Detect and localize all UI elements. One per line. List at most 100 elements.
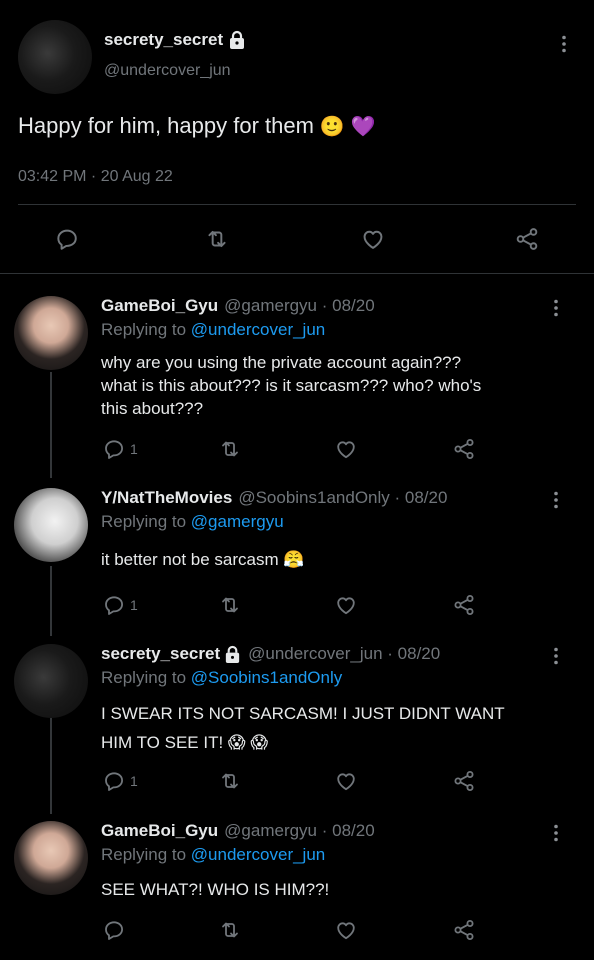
reply-text-line: HIM TO SEE IT! 😱 😱 [101, 733, 269, 752]
share-button[interactable] [452, 593, 476, 617]
more-vertical-icon[interactable] [554, 34, 574, 54]
heart-icon [334, 769, 358, 793]
replying-to-label: Replying to [101, 320, 187, 339]
reply-text-line: I SWEAR ITS NOT SARCASM! I JUST DIDNT WA… [101, 704, 505, 723]
heart-icon [334, 437, 358, 461]
share-icon [452, 437, 476, 461]
reply-text-line: what is this about??? is it sarcasm??? w… [101, 376, 482, 395]
reply-count: 1 [130, 773, 138, 789]
reply-button[interactable]: 1 [102, 593, 138, 617]
tweet-timestamp[interactable]: 03:42 PM · 20 Aug 22 [18, 168, 173, 186]
reply-header: Y/NatTheMovies @Soobins1andOnly · 08/20 [101, 488, 447, 508]
share-button[interactable] [514, 226, 540, 252]
share-button[interactable] [452, 769, 476, 793]
replying-to: Replying to @gamergyu [101, 512, 284, 532]
retweet-button[interactable] [218, 437, 242, 461]
mention-link[interactable]: @Soobins1andOnly [191, 668, 342, 687]
more-vertical-icon[interactable] [546, 823, 566, 843]
mention-link[interactable]: @undercover_jun [191, 845, 325, 864]
mention-link[interactable]: @undercover_jun [191, 320, 325, 339]
like-button[interactable] [334, 437, 358, 461]
retweet-icon [218, 437, 242, 461]
handle-and-date: @Soobins1andOnly · 08/20 [238, 488, 448, 507]
reply-icon [102, 769, 126, 793]
retweet-icon [218, 769, 242, 793]
user-handle[interactable]: @undercover_jun [104, 62, 231, 80]
reply-tweet[interactable]: GameBoi_Gyu @gamergyu · 08/20 Replying t… [0, 821, 594, 951]
reply-tweet[interactable]: secrety_secret @undercover_jun · 08/20 R… [0, 644, 594, 804]
tweet-actions [0, 222, 594, 258]
avatar[interactable] [14, 821, 88, 895]
tweet-text-body: Happy for him, happy for them [18, 113, 314, 138]
like-button[interactable] [334, 593, 358, 617]
lock-icon [227, 30, 247, 50]
retweet-button[interactable] [218, 769, 242, 793]
replying-to: Replying to @undercover_jun [101, 845, 325, 865]
display-name[interactable]: secrety_secret [104, 30, 247, 50]
reply-button[interactable]: 1 [102, 769, 138, 793]
share-icon [514, 226, 540, 252]
retweet-button[interactable] [204, 226, 230, 252]
display-name-text: secrety_secret [101, 644, 221, 663]
reply-header: secrety_secret @undercover_jun · 08/20 [101, 644, 440, 664]
tweet-actions: 1 [0, 437, 594, 463]
handle-and-date: @undercover_jun · 08/20 [248, 644, 441, 663]
more-vertical-icon[interactable] [546, 298, 566, 318]
replying-to-label: Replying to [101, 845, 187, 864]
display-name-text: secrety_secret [104, 30, 224, 49]
lock-icon [223, 645, 242, 664]
reply-button[interactable]: 1 [102, 437, 138, 461]
tweet-actions: 1 [0, 769, 594, 795]
smile-emoji: 🙂 [319, 114, 345, 138]
mention-link[interactable]: @gamergyu [191, 512, 284, 531]
tweet-actions [0, 918, 594, 944]
reply-icon [102, 918, 126, 942]
retweet-icon [204, 226, 230, 252]
reply-text-line: SEE WHAT?! WHO IS HIM??! [101, 880, 330, 899]
reply-text: SEE WHAT?! WHO IS HIM??! [101, 878, 561, 901]
tweet-text: Happy for him, happy for them 🙂 💜 [18, 113, 376, 139]
heart-icon [334, 918, 358, 942]
reply-count: 1 [130, 441, 138, 457]
retweet-icon [218, 593, 242, 617]
display-name[interactable]: secrety_secret [101, 644, 242, 664]
avatar[interactable] [18, 20, 92, 94]
more-vertical-icon[interactable] [546, 646, 566, 666]
reply-text-line: this about??? [101, 399, 204, 418]
like-button[interactable] [334, 918, 358, 942]
replying-to: Replying to @Soobins1andOnly [101, 668, 342, 688]
heart-icon [334, 593, 358, 617]
like-button[interactable] [334, 769, 358, 793]
display-name[interactable]: GameBoi_Gyu [101, 296, 218, 316]
reply-count: 1 [130, 597, 138, 613]
heart-icon [360, 226, 386, 252]
reply-button[interactable] [102, 918, 126, 942]
share-button[interactable] [452, 437, 476, 461]
more-vertical-icon[interactable] [546, 490, 566, 510]
retweet-button[interactable] [218, 918, 242, 942]
share-button[interactable] [452, 918, 476, 942]
reply-text-line: why are you using the private account ag… [101, 353, 462, 372]
display-name[interactable]: Y/NatTheMovies [101, 488, 232, 508]
purple-heart-emoji: 💜 [350, 114, 376, 138]
divider [18, 204, 576, 205]
main-tweet: secrety_secret @undercover_jun Happy for… [0, 0, 594, 274]
replying-to-label: Replying to [101, 512, 187, 531]
avatar[interactable] [14, 488, 88, 562]
display-name[interactable]: GameBoi_Gyu [101, 821, 218, 841]
reply-text: it better not be sarcasm 😤 [101, 548, 561, 571]
avatar[interactable] [14, 644, 88, 718]
reply-text: I SWEAR ITS NOT SARCASM! I JUST DIDNT WA… [101, 699, 561, 757]
replying-to-label: Replying to [101, 668, 187, 687]
avatar[interactable] [14, 296, 88, 370]
retweet-button[interactable] [218, 593, 242, 617]
handle-and-date: @gamergyu · 08/20 [224, 296, 375, 315]
like-button[interactable] [360, 226, 386, 252]
tweet-actions: 1 [0, 593, 594, 619]
reply-button[interactable] [54, 226, 80, 252]
reply-tweet[interactable]: GameBoi_Gyu @gamergyu · 08/20 Replying t… [0, 296, 594, 476]
reply-header: GameBoi_Gyu @gamergyu · 08/20 [101, 296, 375, 316]
reply-tweet[interactable]: Y/NatTheMovies @Soobins1andOnly · 08/20 … [0, 488, 594, 628]
retweet-icon [218, 918, 242, 942]
reply-text-line: it better not be sarcasm 😤 [101, 550, 305, 569]
